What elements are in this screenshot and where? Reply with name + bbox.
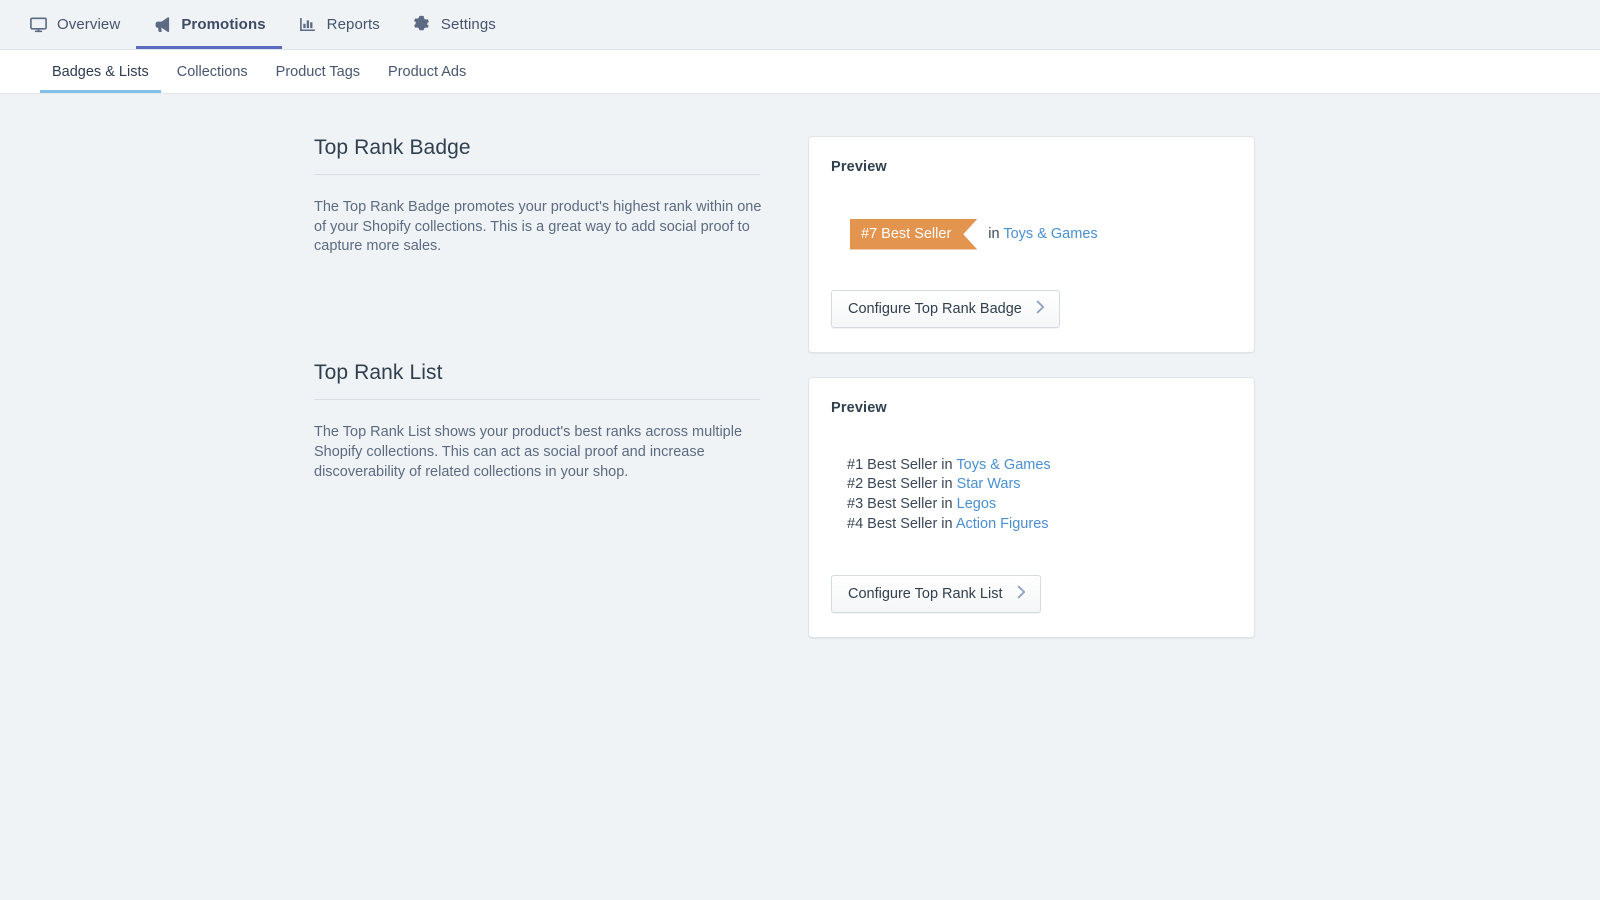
list-item: #1 Best Seller in Toys & Games — [847, 456, 1232, 476]
configure-top-rank-list-button[interactable]: Configure Top Rank List — [831, 575, 1041, 613]
collection-link[interactable]: Action Figures — [956, 516, 1049, 532]
nav-item-overview[interactable]: Overview — [12, 0, 136, 49]
card-title: Preview — [831, 400, 1232, 416]
description-column: Top Rank Badge The Top Rank Badge promot… — [0, 136, 760, 638]
secondary-tabs: Badges & Lists Collections Product Tags … — [0, 50, 1600, 94]
list-item: #4 Best Seller in Action Figures — [847, 515, 1232, 535]
page-content: Top Rank Badge The Top Rank Badge promot… — [0, 94, 1600, 638]
nav-item-reports[interactable]: Reports — [282, 0, 396, 49]
nav-item-label: Reports — [327, 16, 380, 33]
badge-card-actions: Configure Top Rank Badge — [831, 290, 1232, 328]
primary-navigation: Overview Promotions Reports — [0, 0, 1600, 50]
preview-column: Preview #7 Best Seller in Toys & Games C… — [808, 136, 1255, 638]
tab-label: Badges & Lists — [52, 64, 149, 80]
list-item: #2 Best Seller in Star Wars — [847, 475, 1232, 495]
list-preview-card: Preview #1 Best Seller in Toys & Games #… — [808, 377, 1255, 638]
nav-item-label: Promotions — [181, 16, 265, 33]
collection-link[interactable]: Toys & Games — [1003, 226, 1097, 242]
button-label: Configure Top Rank Badge — [848, 301, 1022, 317]
nav-item-promotions[interactable]: Promotions — [136, 0, 281, 49]
megaphone-icon — [152, 15, 172, 35]
badge-preview-card: Preview #7 Best Seller in Toys & Games C… — [808, 136, 1255, 353]
badge-caption: in Toys & Games — [988, 226, 1097, 242]
section-description: The Top Rank List shows your product's b… — [314, 423, 762, 482]
tab-product-ads[interactable]: Product Ads — [374, 50, 480, 93]
tab-label: Product Tags — [276, 64, 360, 80]
rank-text: #1 Best Seller in — [847, 457, 953, 473]
bar-chart-icon — [298, 15, 318, 35]
list-item: #3 Best Seller in Legos — [847, 495, 1232, 515]
monitor-icon — [28, 15, 48, 35]
divider — [314, 174, 760, 175]
section-top-rank-badge: Top Rank Badge The Top Rank Badge promot… — [314, 136, 760, 257]
rank-list-preview: #1 Best Seller in Toys & Games #2 Best S… — [847, 456, 1232, 535]
collection-link[interactable]: Toys & Games — [956, 457, 1050, 473]
button-label: Configure Top Rank List — [848, 586, 1003, 602]
page-title: Top Rank Badge — [314, 136, 760, 174]
card-title: Preview — [831, 159, 1232, 175]
configure-top-rank-badge-button[interactable]: Configure Top Rank Badge — [831, 290, 1060, 328]
section-description: The Top Rank Badge promotes your product… — [314, 198, 762, 257]
tab-collections[interactable]: Collections — [163, 50, 262, 93]
tab-product-tags[interactable]: Product Tags — [262, 50, 374, 93]
nav-item-settings[interactable]: Settings — [396, 0, 512, 49]
rank-text: #2 Best Seller in — [847, 476, 953, 492]
badge-preview: #7 Best Seller in Toys & Games — [850, 219, 1232, 250]
badge-in-word: in — [988, 226, 999, 242]
nav-item-label: Overview — [57, 16, 120, 33]
status-badge: #7 Best Seller — [850, 219, 977, 250]
page-title: Top Rank List — [314, 361, 760, 399]
tab-badges-and-lists[interactable]: Badges & Lists — [38, 50, 163, 93]
rank-text: #4 Best Seller in — [847, 516, 953, 532]
rank-text: #3 Best Seller in — [847, 496, 953, 512]
divider — [314, 399, 760, 400]
collection-link[interactable]: Star Wars — [957, 476, 1021, 492]
collection-link[interactable]: Legos — [957, 496, 997, 512]
gear-icon — [412, 15, 432, 35]
section-top-rank-list: Top Rank List The Top Rank List shows yo… — [314, 361, 760, 482]
tab-label: Product Ads — [388, 64, 466, 80]
nav-item-label: Settings — [441, 16, 496, 33]
list-card-actions: Configure Top Rank List — [831, 575, 1232, 613]
chevron-right-icon — [1036, 300, 1045, 318]
tab-label: Collections — [177, 64, 248, 80]
chevron-right-icon — [1017, 585, 1026, 603]
